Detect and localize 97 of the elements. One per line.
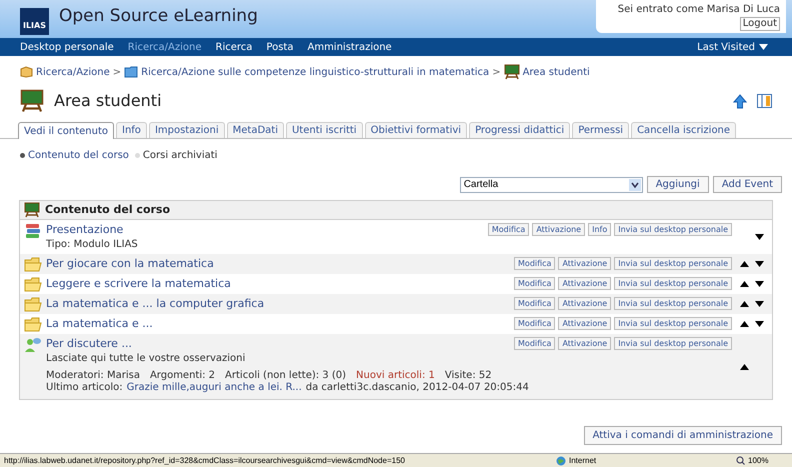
item-action-button[interactable]: Attivazione [558, 337, 612, 350]
tab[interactable]: Cancella iscrizione [631, 122, 736, 138]
forum-stat: Visite: 52 [444, 370, 492, 382]
logo: ILIAS [20, 8, 49, 35]
down-arrow-icon[interactable] [755, 234, 764, 240]
item-description: Tipo: Modulo ILIAS [46, 238, 139, 252]
up-arrow-icon[interactable] [740, 364, 749, 370]
nav-item[interactable]: Desktop personale [20, 40, 114, 54]
subtab-link[interactable]: Corsi archiviati [134, 148, 218, 163]
nav-item[interactable]: Amministrazione [307, 40, 392, 54]
down-arrow-icon[interactable] [755, 261, 764, 267]
item-action-button[interactable]: Invia sul desktop personale [614, 317, 732, 330]
breadcrumb-separator: > [492, 66, 501, 80]
item-action-button[interactable]: Modifica [514, 317, 556, 330]
item-action-button[interactable]: Modifica [488, 223, 530, 236]
status-zoom: 100% [748, 454, 768, 466]
subtab-link[interactable]: Contenuto del corso [20, 148, 129, 163]
admin-commands-button[interactable]: Attiva i comandi di amministrazione [584, 426, 782, 445]
caret-icon [759, 44, 768, 50]
status-url: http://ilias.labweb.udanet.it/repository.php?ref_id=328&cmdClass=ilcoursearchivesgui&cmd=view&cmdNode=150 [4, 454, 405, 466]
item-action-button[interactable]: Invia sul desktop personale [614, 223, 732, 236]
panel-icon[interactable] [757, 94, 772, 108]
tab[interactable]: Progressi didattici [469, 122, 570, 138]
user-text: Sei entrato come Marisa Di Luca [618, 3, 780, 17]
tab[interactable]: Vedi il contenuto [18, 122, 114, 139]
breadcrumb-link[interactable]: Ricerca/Azione sulle competenze linguistico-strutturali in matematica [141, 64, 490, 80]
nav-item[interactable]: Ricerca/Azione [128, 40, 202, 54]
tab[interactable]: Impostazioni [148, 122, 225, 138]
blackboard-icon [504, 64, 520, 80]
down-arrow-icon[interactable] [755, 301, 764, 307]
item-action-button[interactable]: Info [588, 223, 612, 236]
tab[interactable]: MetaDati [226, 122, 284, 138]
forum-stat: Moderatori: Marisa [46, 370, 140, 382]
forum-stat: Argomenti: 2 [150, 370, 216, 382]
folder-icon [24, 276, 42, 292]
item-action-button[interactable]: Attivazione [558, 277, 612, 290]
page-title: Area studenti [54, 90, 162, 112]
down-arrow-icon[interactable] [755, 281, 764, 287]
item-action-button[interactable]: Modifica [514, 297, 556, 310]
blackboard-icon [20, 89, 44, 113]
item-title[interactable]: La matematica e ... [46, 316, 153, 331]
last-post-link[interactable]: Grazie mille,auguri anche a lei. R... [126, 382, 302, 394]
blackboard-icon [24, 202, 40, 218]
status-zone: Internet [569, 454, 596, 466]
item-action-button[interactable]: Modifica [514, 337, 556, 350]
item-title[interactable]: Leggere e scrivere la matematica [46, 276, 231, 291]
item-action-button[interactable]: Invia sul desktop personale [614, 297, 732, 310]
item-action-button[interactable]: Modifica [514, 257, 556, 270]
item-action-button[interactable]: Attivazione [558, 297, 612, 310]
folder-icon [124, 66, 138, 78]
breadcrumb-link[interactable]: Ricerca/Azione [36, 64, 110, 80]
forum-stat: Nuovi articoli: 1 [356, 370, 435, 382]
item-title[interactable]: Presentazione [46, 222, 124, 237]
up-arrow-icon[interactable] [740, 321, 749, 327]
item-action-button[interactable]: Invia sul desktop personale [614, 257, 732, 270]
nav-item[interactable]: Ricerca [216, 40, 252, 54]
last-visited-menu[interactable]: Last Visited [697, 40, 772, 54]
add-event-button[interactable]: Add Event [712, 176, 782, 193]
add-button[interactable]: Aggiungi [646, 176, 709, 193]
folder-icon [24, 256, 42, 272]
breadcrumb-separator: > [112, 66, 122, 80]
up-arrow-icon[interactable] [740, 261, 749, 267]
globe-icon [556, 456, 566, 466]
up-arrow-icon[interactable] [733, 94, 747, 108]
forum-stat: Articoli (non lette): 3 (0) [225, 370, 346, 382]
item-action-button[interactable]: Invia sul desktop personale [614, 337, 732, 350]
item-action-button[interactable]: Attivazione [558, 257, 612, 270]
forum-icon [24, 336, 42, 354]
logout-link[interactable]: Logout [740, 17, 780, 31]
panel-title: Contenuto del corso [45, 202, 170, 218]
zoom-icon [736, 456, 745, 465]
dropdown-icon [628, 178, 641, 190]
folder-icon [24, 316, 42, 332]
item-title[interactable]: Per discutere ... [46, 336, 132, 351]
last-post-label: Ultimo articolo: [46, 382, 123, 394]
box-icon [20, 66, 33, 78]
item-title[interactable]: Per giocare con la matematica [46, 256, 214, 271]
item-action-button[interactable]: Attivazione [558, 317, 612, 330]
last-post-author: da carletti3c.dascanio, 2012-04-07 20:05:44 [306, 382, 529, 394]
up-arrow-icon[interactable] [740, 301, 749, 307]
item-action-button[interactable]: Invia sul desktop personale [614, 277, 732, 290]
item-title[interactable]: La matematica e ... la computer grafica [46, 296, 264, 311]
item-description: Lasciate qui tutte le vostre osservazioni [46, 352, 246, 366]
tab[interactable]: Info [116, 122, 147, 138]
up-arrow-icon[interactable] [740, 281, 749, 287]
tab[interactable]: Utenti iscritti [286, 122, 363, 138]
books-icon [24, 222, 42, 240]
type-select[interactable]: Cartella [460, 176, 643, 192]
item-action-button[interactable]: Modifica [514, 277, 556, 290]
tab[interactable]: Permessi [572, 122, 630, 138]
item-action-button[interactable]: Attivazione [532, 223, 586, 236]
breadcrumb-link[interactable]: Area studenti [522, 64, 590, 80]
folder-icon [24, 296, 42, 312]
down-arrow-icon[interactable] [755, 321, 764, 327]
nav-item[interactable]: Posta [266, 40, 294, 54]
tab[interactable]: Obiettivi formativi [364, 122, 468, 138]
site-title: Open Source eLearning [59, 4, 258, 28]
